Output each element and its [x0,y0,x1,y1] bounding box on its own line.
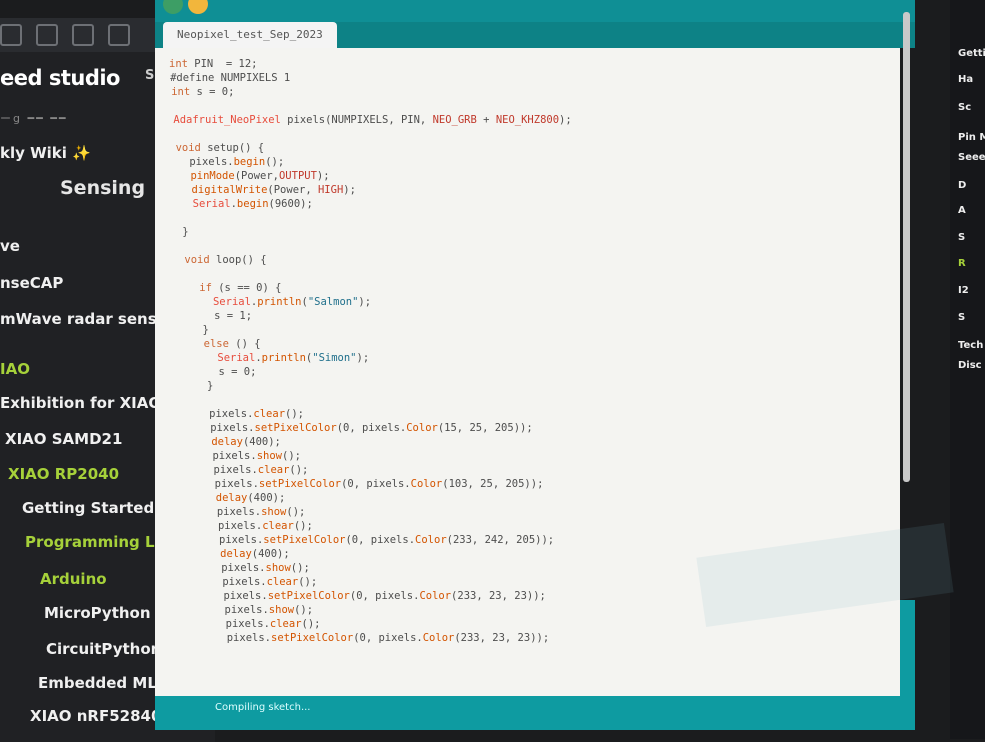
code-line[interactable]: Adafruit_NeoPixel pixels(NUMPIXELS, PIN,… [173,114,571,126]
code-line[interactable]: pixels.show(); [209,562,310,574]
code-line[interactable]: } [190,324,209,336]
docs-nav-item[interactable]: Sensing [60,177,145,199]
code-line[interactable]: pixels.begin(); [177,156,284,168]
code-line[interactable]: pixels.setPixelColor(0, pixels.Color(15,… [198,422,532,434]
toolbar-icon[interactable] [36,24,58,46]
docs-nav-item[interactable]: MicroPython [44,604,151,622]
toc-item[interactable]: S [958,232,965,243]
verify-button[interactable] [163,0,183,14]
code-line[interactable]: pixels.clear(); [213,618,321,630]
toc-item[interactable]: Ha [958,74,973,85]
code-line[interactable]: void setup() { [176,142,265,154]
toolbar-icon[interactable] [0,24,22,46]
editor-scrollbar[interactable] [903,12,910,482]
docs-nav-item[interactable]: Getting Started [22,499,154,517]
code-line[interactable]: if (s == 0) { [187,282,281,294]
code-line[interactable]: int s = 0; [171,86,234,98]
code-line[interactable]: Serial.println("Salmon"); [188,296,371,308]
upload-button[interactable] [188,0,208,14]
toolbar-icon[interactable] [108,24,130,46]
tab-sketch[interactable]: Neopixel_test_Sep_2023 [163,22,337,48]
ide-toolbar [155,0,915,22]
code-line[interactable]: int PIN = 12; [169,58,258,70]
code-line[interactable]: pixels.clear(); [201,464,309,476]
brand-subtitle: ーg ━━ ━━ [0,112,68,125]
docs-nav-item[interactable]: XIAO RP2040 [8,465,119,483]
docs-nav-item[interactable]: XIAO SAMD21 [5,430,122,448]
docs-nav-item[interactable]: nseCAP [0,274,63,292]
code-line[interactable]: pixels.show(); [204,506,306,518]
toc-item[interactable]: Pin M [958,132,985,143]
ide-tabbar: Neopixel_test_Sep_2023 [155,22,915,48]
code-line[interactable]: s = 0; [193,366,256,378]
code-line[interactable]: pixels.setPixelColor(0, pixels.Color(233… [214,632,549,644]
docs-nav-item[interactable]: ve [0,237,20,255]
code-line[interactable]: pixels.clear(); [197,408,304,420]
code-line[interactable]: } [182,226,188,238]
toc-item[interactable]: Getti [958,48,985,59]
code-line[interactable]: pixels.clear(); [205,520,313,532]
code-line[interactable]: Serial.begin(9600); [180,198,313,210]
code-line[interactable]: pixels.setPixelColor(0, pixels.Color(233… [211,590,545,602]
toc-item[interactable]: I2 [958,285,969,296]
toc-item[interactable]: Seee [958,152,985,163]
brand-logo[interactable]: eed studio [0,66,120,90]
code-line[interactable]: pinMode(Power,OUTPUT); [178,170,329,182]
docs-nav-item[interactable]: Embedded ML [38,674,157,692]
compile-status: Compiling sketch... [215,702,311,713]
code-line[interactable]: else () { [191,338,261,350]
docs-nav-item[interactable]: mWave radar sensor [0,310,174,328]
code-line[interactable]: pixels.show(); [212,604,314,616]
code-line[interactable]: pixels.clear(); [210,576,317,588]
code-line[interactable]: #define NUMPIXELS 1 [170,72,290,84]
toc-item[interactable]: D [958,180,966,191]
docs-nav-item[interactable]: kly Wiki ✨ [0,144,91,162]
code-line[interactable]: pixels.setPixelColor(0, pixels.Color(103… [202,478,544,490]
docs-nav-item[interactable]: CircuitPython [46,640,161,658]
toc-item[interactable]: Disc [958,360,982,371]
code-line[interactable]: delay(400); [199,436,281,448]
code-line[interactable]: void loop() { [184,254,266,266]
code-line[interactable]: delay(400); [203,492,286,504]
toc-item[interactable]: A [958,205,966,216]
code-line[interactable]: pixels.setPixelColor(0, pixels.Color(233… [206,534,554,546]
code-line[interactable]: s = 1; [189,310,252,322]
toc-item[interactable]: Sc [958,102,971,113]
code-line[interactable]: digitalWrite(Power, HIGH); [179,184,356,196]
brand-tag: S [145,68,155,83]
docs-nav-item[interactable]: IAO [0,360,30,378]
code-line[interactable]: } [194,380,213,392]
toc-item[interactable]: Tech [958,340,983,351]
code-line[interactable]: delay(400); [208,548,290,560]
toolbar-icon[interactable] [72,24,94,46]
toc-item[interactable]: R [958,258,966,269]
toc-item[interactable]: S [958,312,965,323]
toc-sidebar: Getti Ha Sc Pin M Seee D A S R I2 S Tech Disc [950,0,985,739]
docs-nav-item[interactable]: Arduino [40,570,107,588]
code-line[interactable]: Serial.println("Simon"); [192,352,369,364]
code-line[interactable]: pixels.show(); [200,450,301,462]
